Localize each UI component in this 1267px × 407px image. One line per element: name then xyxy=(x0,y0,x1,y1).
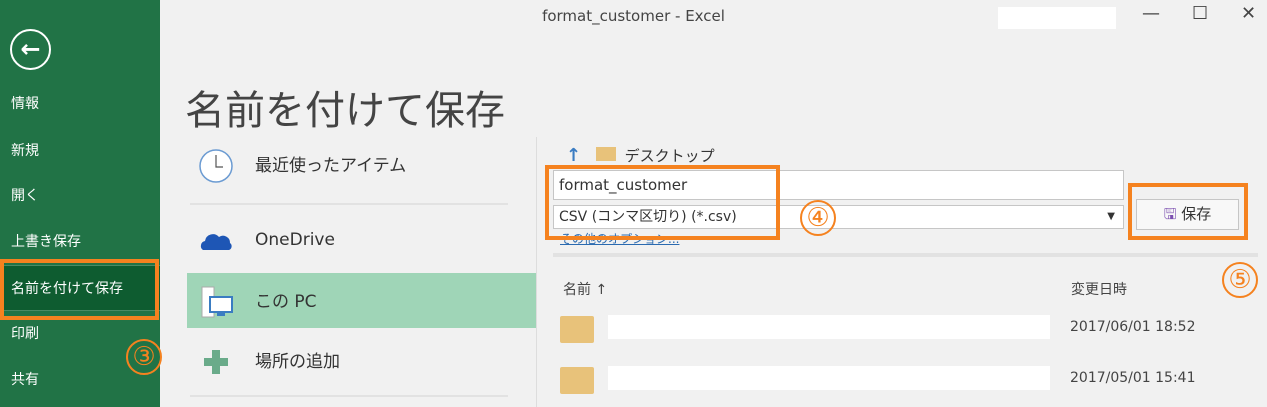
location-this-pc[interactable]: この PC xyxy=(187,273,536,328)
clock-icon xyxy=(199,149,233,183)
folder-icon xyxy=(560,367,594,394)
minimize-button[interactable]: — xyxy=(1142,3,1160,24)
annotation-step5: ⑤ xyxy=(1222,262,1258,298)
file-modified: 2017/06/01 18:52 xyxy=(1070,319,1196,335)
breadcrumb: ↑ デスクトップ xyxy=(566,145,715,166)
chevron-down-icon: ▼ xyxy=(1107,211,1115,222)
annotation-box-step5 xyxy=(1128,183,1248,240)
sidebar-item-new[interactable]: 新規 xyxy=(0,128,160,174)
panel-divider xyxy=(536,137,537,407)
sidebar-item-open[interactable]: 開く xyxy=(0,173,160,219)
location-label: 最近使ったアイテム xyxy=(255,156,407,176)
annotation-step3: ③ xyxy=(126,339,162,375)
annotation-step4: ④ xyxy=(800,200,836,236)
location-label: OneDrive xyxy=(255,230,335,250)
folder-icon xyxy=(595,147,616,161)
sidebar-item-info[interactable]: 情報 xyxy=(0,81,160,127)
up-arrow-icon[interactable]: ↑ xyxy=(566,145,581,166)
cloud-icon xyxy=(200,234,232,250)
computer-icon xyxy=(201,286,233,318)
maximize-button[interactable]: ☐ xyxy=(1192,3,1208,24)
location-label: この PC xyxy=(255,292,317,312)
folder-icon xyxy=(560,316,594,343)
location-add-place[interactable]: 場所の追加 xyxy=(187,333,536,391)
divider xyxy=(553,253,1258,257)
plus-icon xyxy=(204,350,228,374)
page-title: 名前を付けて保存 xyxy=(185,88,505,134)
file-row[interactable]: 2017/05/01 15:41 xyxy=(560,364,1260,398)
file-modified: 2017/05/01 15:41 xyxy=(1070,370,1196,386)
column-header-name[interactable]: 名前 ↑ xyxy=(563,279,607,299)
column-header-modified[interactable]: 変更日時 xyxy=(1071,279,1127,299)
file-name-redacted xyxy=(608,315,1050,339)
divider xyxy=(190,203,508,205)
annotation-box-step4 xyxy=(545,165,780,240)
annotation-box-step3 xyxy=(0,259,159,320)
file-name-redacted xyxy=(608,366,1050,390)
divider xyxy=(190,395,508,397)
location-recent[interactable]: 最近使ったアイテム xyxy=(187,137,536,195)
current-folder[interactable]: デスクトップ xyxy=(625,147,715,165)
file-row[interactable]: 2017/06/01 18:52 xyxy=(560,313,1260,347)
close-button[interactable]: ✕ xyxy=(1241,3,1256,24)
location-onedrive[interactable]: OneDrive xyxy=(187,211,536,269)
location-label: 場所の追加 xyxy=(255,352,340,372)
account-area[interactable] xyxy=(998,7,1116,29)
back-button[interactable]: ← xyxy=(10,29,51,70)
